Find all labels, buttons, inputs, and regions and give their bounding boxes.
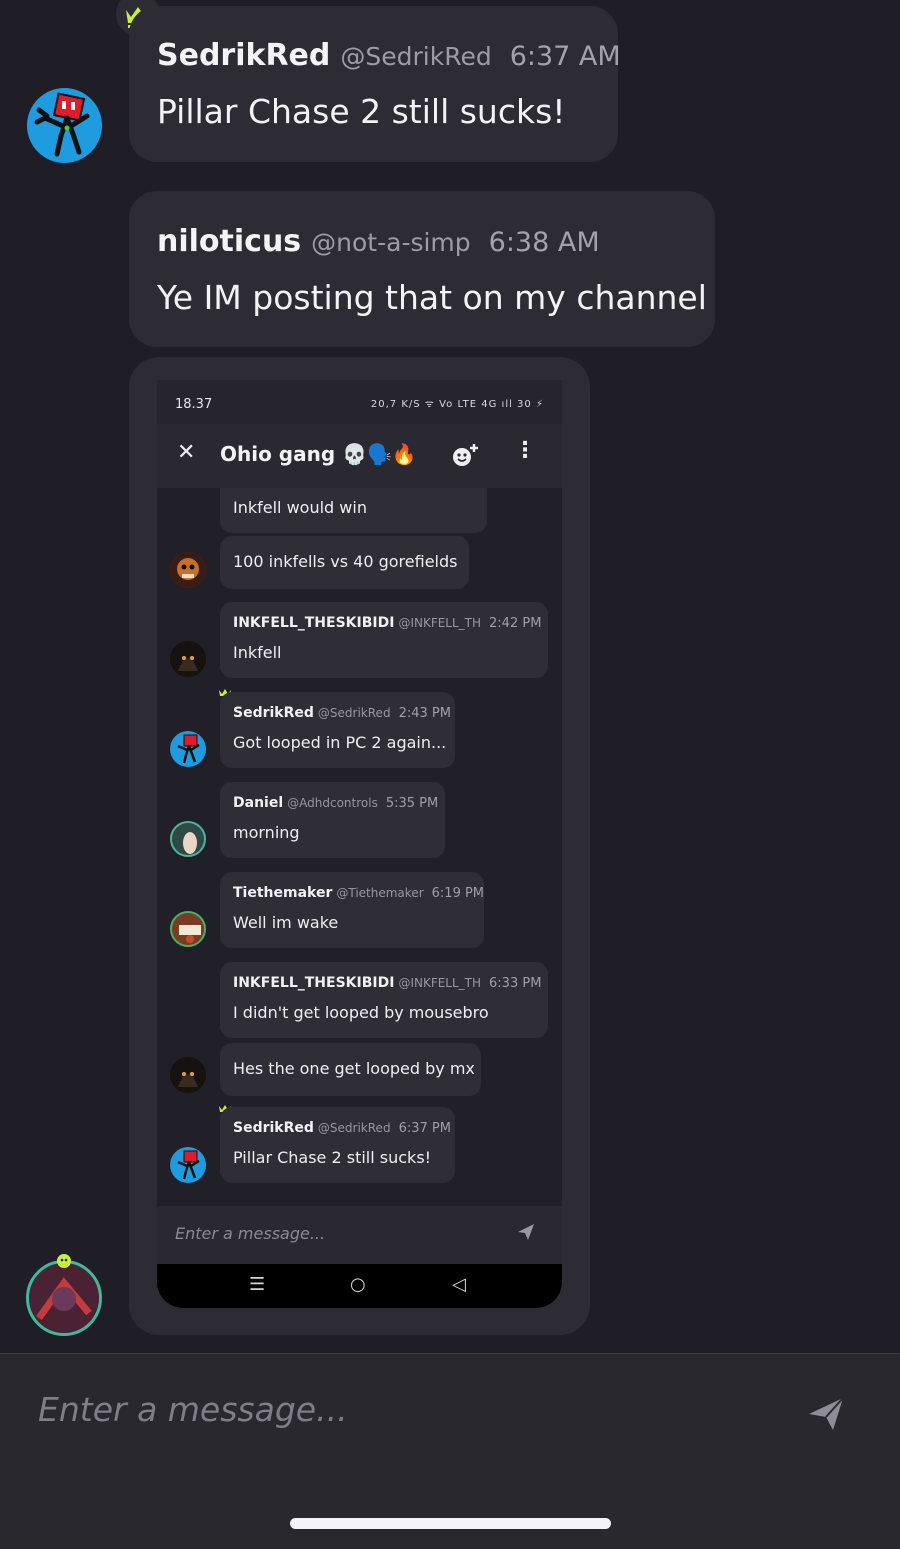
timestamp: 6:38 AM [488,227,600,258]
username[interactable]: niloticus [157,224,301,259]
avatar[interactable] [170,641,206,677]
chat-title: Ohio gang 💀🗣️🔥 [220,442,417,466]
timestamp: 6:33 PM [489,976,542,991]
timestamp: 2:43 PM [398,706,451,721]
chat-bubble[interactable]: INKFELL_THESKIBIDI @INKFELL_TH 2:42 PM Ink… [220,602,548,678]
chat-bubble[interactable]: Inkfell would win [220,488,487,533]
avatar[interactable] [27,88,102,163]
avatar-image [172,823,204,855]
username[interactable]: SedrikRed [157,38,330,73]
avatar-image [29,1263,99,1333]
message-input[interactable]: Enter a message... [38,1390,348,1429]
chat-bubble[interactable]: 100 inkfells vs 40 gorefields [220,536,469,589]
send-icon [518,1224,534,1240]
user-handle: @Tiethemaker [336,886,424,900]
back-icon: ◁ [452,1274,466,1295]
message-text: 100 inkfells vs 40 gorefields [233,552,458,571]
timestamp: 6:37 AM [509,41,621,72]
avatar-image [177,1150,200,1180]
embedded-message-input: Enter a message... [157,1206,562,1264]
message-text: Inkfell would win [233,498,367,517]
embedded-screenshot: 18.37 20,7 K/S ᯤ Vo LTE 4G ıll 30 ⚡ ✕ Oh… [157,380,562,1308]
user-handle: @SedrikRed [317,1121,391,1135]
message-text: Ye IM posting that on my channel [157,278,707,317]
home-indicator [290,1518,611,1529]
avatar-image [170,1057,206,1093]
chat-messages: Inkfell would win 100 inkfells vs 40 gor… [157,488,562,1206]
menu-icon: ☰ [249,1274,266,1295]
avatar[interactable] [170,911,206,947]
timestamp: 5:35 PM [385,796,439,811]
avatar[interactable] [170,821,206,857]
message-text: Got looped in PC 2 again... [233,733,447,752]
user-handle: @not-a-simp [311,228,471,257]
avatar[interactable] [170,731,206,767]
status-icons: 20,7 K/S ᯤ Vo LTE 4G ıll 30 ⚡ [370,399,544,410]
username[interactable]: Daniel [233,795,283,811]
chat-bubble[interactable]: INKFELL_THESKIBIDI @INKFELL_TH 6:33 PM I d… [220,962,548,1038]
chat-bubble[interactable]: Hes the one get looped by mx [220,1043,481,1096]
timestamp: 6:19 PM [431,886,485,901]
message-text: Pillar Chase 2 still sucks! [157,92,566,131]
message-text: Inkfell [233,643,282,662]
message-card[interactable]: niloticus @not-a-simp 6:38 AM Ye IM postin… [129,191,715,347]
message-text: Pillar Chase 2 still sucks! [233,1148,432,1167]
user-handle: @Adhdcontrols [287,796,378,810]
message-header: SedrikRed @SedrikRed 6:37 AM [157,38,621,73]
chat-bubble[interactable]: Tiethemaker @Tiethemaker 6:19 PM Well im w… [220,872,484,948]
avatar[interactable] [170,1057,206,1093]
avatar-image [177,734,200,764]
message-header: INKFELL_THESKIBIDI @INKFELL_TH 6:33 PM [233,975,541,991]
avatar-image [172,913,204,945]
user-handle: @SedrikRed [340,42,492,71]
home-icon: ○ [350,1274,366,1295]
close-icon[interactable]: ✕ [177,440,195,465]
avatar[interactable] [170,552,206,588]
username[interactable]: INKFELL_THESKIBIDI [233,615,394,631]
username[interactable]: SedrikRed [233,705,314,721]
message-header: INKFELL_THESKIBIDI @INKFELL_TH 2:42 PM [233,615,541,631]
android-nav-bar: ☰ ○ ◁ [157,1264,562,1308]
avatar[interactable] [170,1147,206,1183]
avatar-image [170,552,206,588]
message-text: morning [233,823,300,842]
username[interactable]: INKFELL_THESKIBIDI [233,975,394,991]
message-header: SedrikRed @SedrikRed 6:37 PM [233,1120,451,1136]
message-header: SedrikRed @SedrikRed 2:43 PM [233,705,451,721]
message-text: Hes the one get looped by mx [233,1059,475,1078]
chat-bubble[interactable]: SedrikRed @SedrikRed 2:43 PM Got looped in… [220,692,455,768]
badge-icon [57,1254,71,1268]
avatar-image [34,92,90,157]
send-icon[interactable] [806,1394,846,1434]
message-text: Well im wake [233,913,339,932]
avatar-image [170,641,206,677]
status-time: 18.37 [175,397,213,412]
message-card[interactable]: SedrikRed @SedrikRed 6:37 AM Pillar Chase … [129,6,621,162]
user-handle: @SedrikRed [317,706,391,720]
user-handle: @INKFELL_TH [398,976,482,990]
username[interactable]: SedrikRed [233,1120,314,1136]
message-text: I didn't get looped by mousebro [233,1003,489,1022]
timestamp: 2:42 PM [489,616,542,631]
chat-bubble[interactable]: Daniel @Adhdcontrols 5:35 PM morning [220,782,445,858]
more-icon[interactable]: ⋮ [514,438,536,463]
message-header: Daniel @Adhdcontrols 5:35 PM [233,795,438,811]
user-handle: @INKFELL_TH [398,616,482,630]
input-placeholder: Enter a message... [175,1224,326,1243]
message-header: Tiethemaker @Tiethemaker 6:19 PM [233,885,484,901]
timestamp: 6:37 PM [398,1121,451,1136]
avatar[interactable] [26,1260,102,1336]
chat-bubble[interactable]: SedrikRed @SedrikRed 6:37 PM Pillar Chase … [220,1107,455,1183]
chat-header: ✕ Ohio gang 💀🗣️🔥 ⋮ [157,424,562,488]
message-header: niloticus @not-a-simp 6:38 AM [157,224,600,259]
add-member-icon[interactable] [451,442,481,468]
username[interactable]: Tiethemaker [233,885,332,901]
